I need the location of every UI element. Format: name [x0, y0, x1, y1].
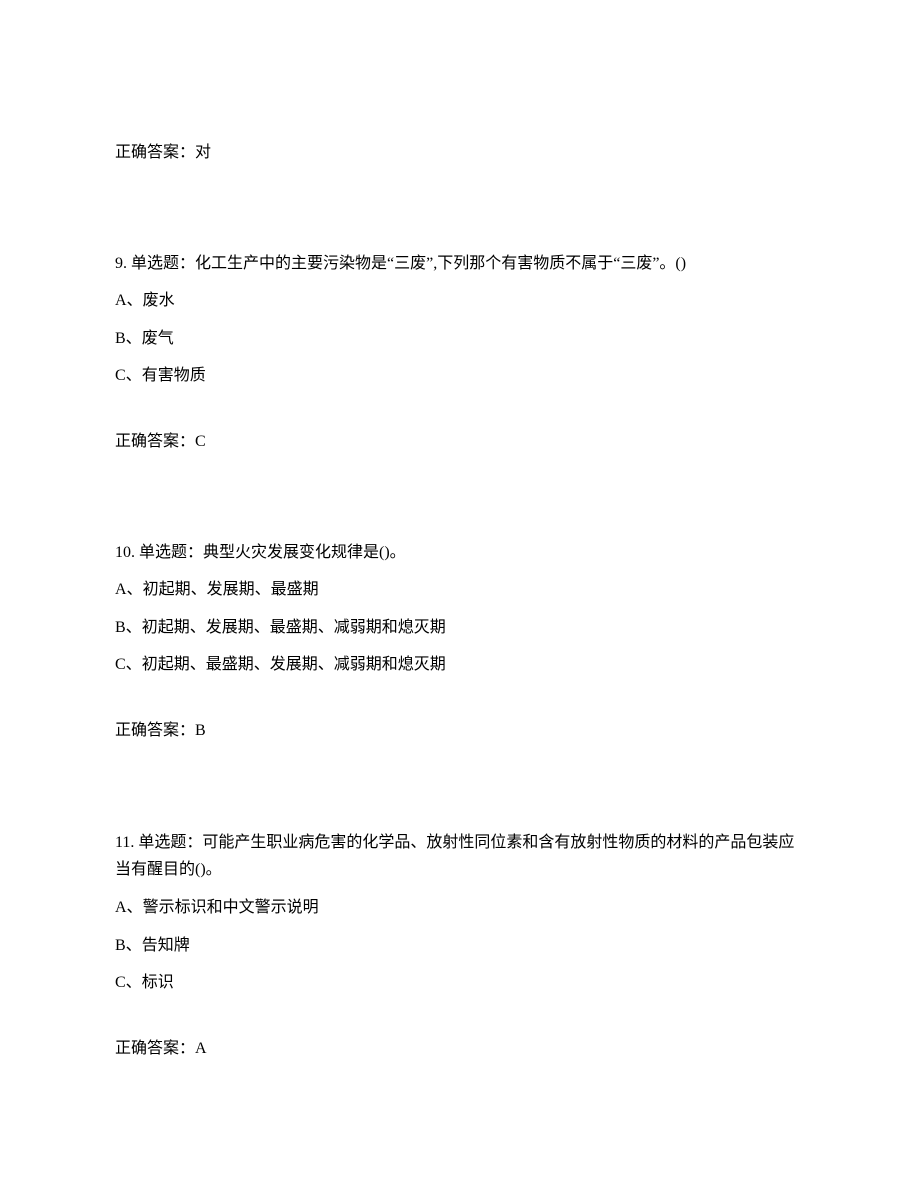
option-a: A、初起期、发展期、最盛期 [115, 577, 805, 603]
question-number: 9. [115, 255, 127, 272]
option-label: C、 [115, 656, 142, 673]
option-b: B、告知牌 [115, 933, 805, 959]
question-number: 11. [115, 834, 134, 851]
question-9: 9. 单选题：化工生产中的主要污染物是“三废”,下列那个有害物质不属于“三废”。… [115, 251, 805, 455]
option-label: B、 [115, 330, 142, 347]
question-10: 10. 单选题：典型火灾发展变化规律是()。 A、初起期、发展期、最盛期 B、初… [115, 540, 805, 744]
option-a: A、废水 [115, 288, 805, 314]
question-type: 单选题： [131, 255, 195, 272]
option-text: 初起期、发展期、最盛期、减弱期和熄灭期 [142, 619, 446, 636]
question-text: 10. 单选题：典型火灾发展变化规律是()。 [115, 540, 805, 566]
option-label: A、 [115, 581, 143, 598]
question-text: 9. 单选题：化工生产中的主要污染物是“三废”,下列那个有害物质不属于“三废”。… [115, 251, 805, 277]
option-text: 告知牌 [142, 937, 190, 954]
option-b: B、初起期、发展期、最盛期、减弱期和熄灭期 [115, 615, 805, 641]
option-label: B、 [115, 937, 142, 954]
option-text: 初起期、发展期、最盛期 [143, 581, 319, 598]
answer-value: A [195, 1040, 207, 1057]
option-b: B、废气 [115, 326, 805, 352]
option-text: 废气 [142, 330, 174, 347]
option-text: 标识 [142, 974, 174, 991]
option-c: C、初起期、最盛期、发展期、减弱期和熄灭期 [115, 652, 805, 678]
question-type: 单选题： [138, 834, 202, 851]
option-label: C、 [115, 974, 142, 991]
option-label: B、 [115, 619, 142, 636]
option-c: C、有害物质 [115, 363, 805, 389]
option-label: A、 [115, 292, 143, 309]
option-label: A、 [115, 899, 143, 916]
correct-answer: 正确答案：A [115, 1036, 805, 1062]
option-c: C、标识 [115, 970, 805, 996]
option-text: 有害物质 [142, 367, 206, 384]
question-content: 典型火灾发展变化规律是()。 [203, 544, 406, 561]
previous-answer: 正确答案：对 [115, 140, 805, 166]
question-content: 可能产生职业病危害的化学品、放射性同位素和含有放射性物质的材料的产品包装应当有醒… [115, 834, 794, 878]
answer-label: 正确答案： [115, 433, 195, 450]
option-text: 初起期、最盛期、发展期、减弱期和熄灭期 [142, 656, 446, 673]
option-text: 警示标识和中文警示说明 [143, 899, 319, 916]
correct-answer: 正确答案：B [115, 718, 805, 744]
option-a: A、警示标识和中文警示说明 [115, 895, 805, 921]
answer-value: C [195, 433, 206, 450]
prev-answer-text: 正确答案：对 [115, 144, 211, 161]
question-content: 化工生产中的主要污染物是“三废”,下列那个有害物质不属于“三废”。() [195, 255, 686, 272]
option-text: 废水 [143, 292, 175, 309]
question-number: 10. [115, 544, 135, 561]
question-11: 11. 单选题：可能产生职业病危害的化学品、放射性同位素和含有放射性物质的材料的… [115, 829, 805, 1062]
correct-answer: 正确答案：C [115, 429, 805, 455]
answer-label: 正确答案： [115, 1040, 195, 1057]
answer-value: B [195, 722, 206, 739]
question-type: 单选题： [139, 544, 203, 561]
answer-label: 正确答案： [115, 722, 195, 739]
option-label: C、 [115, 367, 142, 384]
question-text: 11. 单选题：可能产生职业病危害的化学品、放射性同位素和含有放射性物质的材料的… [115, 829, 805, 883]
